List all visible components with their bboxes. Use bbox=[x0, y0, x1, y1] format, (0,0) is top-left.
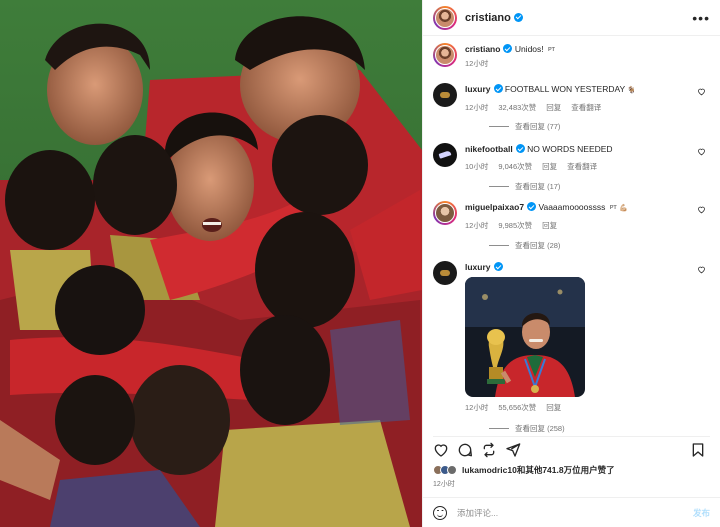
caption-username[interactable]: cristiano bbox=[465, 44, 513, 54]
comment-item: luxury 12小时 55,656次赞 回复 bbox=[433, 261, 710, 413]
comment-bubble-icon[interactable] bbox=[457, 442, 473, 458]
emoji-smile-icon[interactable] bbox=[433, 505, 447, 520]
commenter-username[interactable]: nikefootball bbox=[465, 144, 525, 154]
caption-time: 12小时 bbox=[465, 59, 489, 68]
translate-button[interactable]: 查看翻译 bbox=[567, 161, 597, 172]
likes-summary: lukamodric10和其他741.8万位用户赞了 bbox=[433, 464, 710, 476]
comment-likes[interactable]: 9,985次赞 bbox=[498, 220, 532, 231]
trophy-photo-image bbox=[465, 277, 585, 397]
verified-badge-icon bbox=[527, 202, 537, 211]
comment-time: 12小时 bbox=[465, 403, 489, 412]
view-replies-button[interactable]: 查看回复 (258) bbox=[489, 423, 565, 433]
post-photo[interactable] bbox=[0, 0, 422, 527]
post-timestamp: 12小时 bbox=[433, 481, 455, 488]
more-options-icon[interactable]: ••• bbox=[692, 10, 710, 26]
reply-button[interactable]: 回复 bbox=[546, 102, 561, 113]
verified-badge-icon bbox=[503, 44, 513, 53]
post-comment-button[interactable]: 发布 bbox=[693, 507, 710, 519]
comment-emoji: 🐐 bbox=[627, 87, 637, 94]
commenter-avatar[interactable] bbox=[433, 83, 457, 107]
view-replies-button[interactable]: 查看回复 (77) bbox=[489, 121, 560, 132]
view-replies-button[interactable]: 查看回复 (17) bbox=[489, 181, 560, 192]
likes-count-text[interactable]: 和其他741.8万位用户赞了 bbox=[517, 465, 615, 475]
comment-tag: PT bbox=[609, 205, 617, 211]
comments-list: cristiano Unidos! PT 12小时 luxury FOOTBAL… bbox=[423, 37, 720, 433]
comment-input[interactable] bbox=[457, 507, 693, 518]
caption: cristiano Unidos! PT 12小时 bbox=[433, 43, 710, 69]
view-replies-button[interactable]: 查看回复 (28) bbox=[489, 240, 560, 251]
author-username[interactable]: cristiano bbox=[465, 12, 523, 24]
comment-likes[interactable]: 9,046次赞 bbox=[498, 161, 532, 172]
translate-button[interactable]: 查看翻译 bbox=[571, 102, 601, 113]
commenter-username[interactable]: luxury bbox=[465, 262, 503, 272]
author-avatar[interactable] bbox=[433, 5, 457, 30]
team-celebration-image bbox=[0, 0, 422, 527]
repost-icon[interactable] bbox=[481, 442, 497, 458]
add-comment-bar: 发布 bbox=[423, 497, 720, 527]
like-comment-heart-icon[interactable] bbox=[697, 265, 706, 274]
caption-tag: PT bbox=[548, 47, 556, 53]
caption-text: Unidos! bbox=[514, 44, 544, 54]
comment-likes[interactable]: 32,483次赞 bbox=[498, 102, 536, 113]
caption-avatar[interactable] bbox=[433, 43, 457, 67]
like-comment-heart-icon[interactable] bbox=[697, 205, 706, 214]
post-detail-panel: cristiano ••• cristiano Unidos! PT 12小时 … bbox=[422, 0, 720, 527]
share-send-icon[interactable] bbox=[505, 442, 521, 458]
comment-time: 10小时 bbox=[465, 162, 489, 171]
comment-image[interactable] bbox=[465, 277, 585, 397]
like-heart-icon[interactable] bbox=[433, 442, 449, 458]
like-comment-heart-icon[interactable] bbox=[697, 87, 706, 96]
comment-time: 12小时 bbox=[465, 103, 489, 112]
commenter-username[interactable]: luxury bbox=[465, 84, 503, 94]
action-bar bbox=[433, 436, 710, 458]
comment-emoji: 💪🏼 bbox=[619, 205, 628, 212]
commenter-avatar[interactable] bbox=[433, 201, 457, 225]
comment-text: Vaaaamoooossss bbox=[538, 202, 606, 212]
verified-badge-icon bbox=[493, 84, 503, 93]
commenter-username[interactable]: miguelpaixao7 bbox=[465, 202, 537, 212]
commenter-avatar[interactable] bbox=[433, 261, 457, 285]
verified-badge-icon bbox=[513, 12, 523, 22]
verified-badge-icon bbox=[515, 144, 525, 153]
comment-item: nikefootball NO WORDS NEEDED 10小时 9,046次… bbox=[433, 143, 710, 172]
comment-item: miguelpaixao7 Vaaaamoooossss PT 💪🏼 12小时 … bbox=[433, 201, 710, 231]
reply-button[interactable]: 回复 bbox=[542, 220, 557, 231]
commenter-avatar[interactable] bbox=[433, 143, 457, 167]
comment-likes[interactable]: 55,656次赞 bbox=[498, 402, 536, 413]
comment-time: 12小时 bbox=[465, 221, 489, 230]
comment-item: luxury FOOTBALL WON YESTERDAY 🐐 12小时 32,… bbox=[433, 83, 710, 113]
verified-badge-icon bbox=[493, 262, 503, 271]
reply-button[interactable]: 回复 bbox=[542, 161, 557, 172]
like-comment-heart-icon[interactable] bbox=[697, 147, 706, 156]
liker-avatar bbox=[447, 465, 457, 475]
save-bookmark-icon[interactable] bbox=[690, 442, 706, 458]
comment-text: FOOTBALL WON YESTERDAY bbox=[504, 84, 626, 94]
liker-username[interactable]: lukamodric10 bbox=[462, 465, 517, 475]
comment-text: NO WORDS NEEDED bbox=[527, 144, 613, 154]
post-header: cristiano ••• bbox=[423, 0, 720, 36]
reply-button[interactable]: 回复 bbox=[546, 402, 561, 413]
